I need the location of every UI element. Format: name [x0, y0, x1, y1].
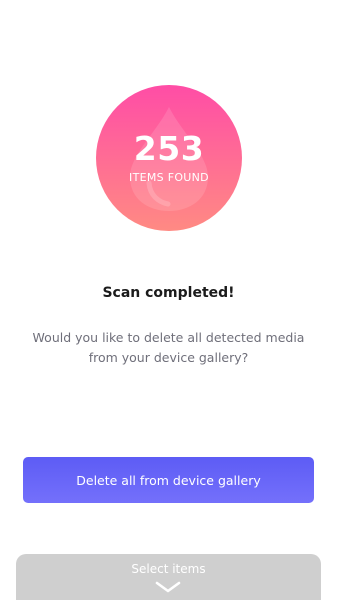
items-count: 253	[133, 129, 205, 168]
chevron-down-icon	[155, 581, 181, 593]
scan-message: Would you like to delete all detected me…	[32, 330, 305, 365]
items-found-label: ITEMS FOUND	[129, 171, 209, 184]
scan-result-screen: 253 ITEMS FOUND Scan completed! Would yo…	[0, 0, 337, 600]
scan-title: Scan completed!	[102, 285, 235, 301]
result-circle: 253 ITEMS FOUND	[96, 85, 242, 231]
select-items-button[interactable]: Select items	[16, 554, 321, 600]
delete-all-button[interactable]: Delete all from device gallery	[23, 457, 314, 503]
select-items-label: Select items	[131, 562, 206, 576]
